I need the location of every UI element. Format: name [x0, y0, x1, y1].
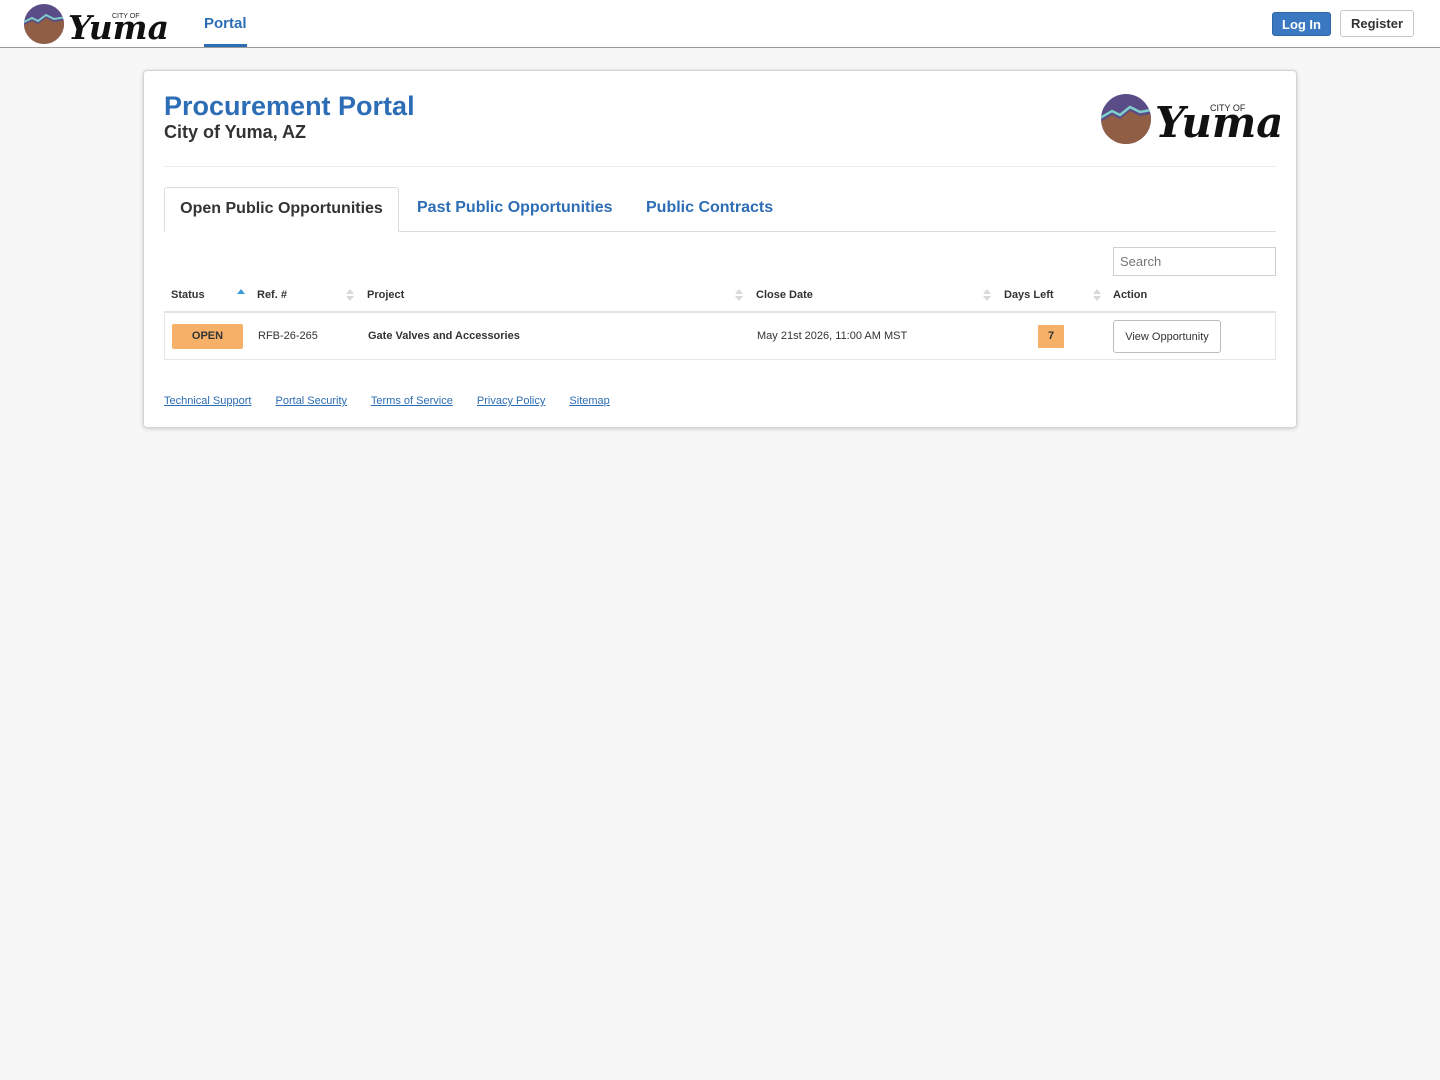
top-navigation-bar: CITY OF Yuma Portal Log In Register	[0, 0, 1440, 48]
tab-public-contracts[interactable]: Public Contracts	[646, 187, 773, 232]
page-title: Procurement Portal	[164, 91, 415, 121]
sort-both-icon[interactable]	[982, 280, 992, 311]
opportunities-table: Status Ref. # Project Close Date Days Le…	[164, 280, 1276, 360]
column-header-close-date[interactable]: Close Date	[756, 280, 813, 311]
view-opportunity-button[interactable]: View Opportunity	[1113, 320, 1221, 353]
footer-link-portal-security[interactable]: Portal Security	[276, 395, 348, 407]
svg-text:Yuma: Yuma	[68, 8, 169, 46]
column-header-ref[interactable]: Ref. #	[257, 280, 287, 311]
footer-links: Technical Support Portal Security Terms …	[164, 395, 631, 409]
ref-number-cell: RFB-26-265	[258, 330, 318, 342]
page-subtitle: City of Yuma, AZ	[164, 122, 307, 142]
column-header-project[interactable]: Project	[367, 280, 404, 311]
register-button[interactable]: Register	[1340, 10, 1414, 37]
footer-link-sitemap[interactable]: Sitemap	[569, 395, 609, 407]
column-header-days-left[interactable]: Days Left	[1004, 280, 1054, 311]
table-row: OPEN RFB-26-265 Gate Valves and Accessor…	[164, 313, 1276, 360]
table-header-row: Status Ref. # Project Close Date Days Le…	[164, 280, 1276, 313]
status-badge: OPEN	[172, 324, 243, 349]
footer-link-technical-support[interactable]: Technical Support	[164, 395, 251, 407]
nav-portal-link[interactable]: Portal	[204, 0, 247, 47]
svg-text:Yuma: Yuma	[1155, 98, 1280, 147]
footer-link-privacy-policy[interactable]: Privacy Policy	[477, 395, 545, 407]
sort-both-icon[interactable]	[734, 280, 744, 311]
sort-both-icon[interactable]	[345, 280, 355, 311]
column-header-action: Action	[1113, 289, 1148, 301]
search-input[interactable]	[1113, 247, 1276, 276]
close-date-cell: May 21st 2026, 11:00 AM MST	[757, 330, 908, 342]
city-of-yuma-logo-large: CITY OF Yuma	[1101, 94, 1280, 147]
portal-card: Procurement Portal City of Yuma, AZ CITY…	[143, 70, 1297, 428]
footer-link-terms-of-service[interactable]: Terms of Service	[371, 395, 453, 407]
sort-both-icon[interactable]	[1092, 280, 1102, 311]
tab-open-public-opportunities[interactable]: Open Public Opportunities	[164, 187, 399, 232]
tab-past-public-opportunities[interactable]: Past Public Opportunities	[417, 187, 613, 232]
log-in-button[interactable]: Log In	[1272, 12, 1331, 36]
opportunity-tabs: Open Public Opportunities Past Public Op…	[164, 187, 1276, 232]
sort-ascending-icon[interactable]	[236, 280, 246, 311]
city-of-yuma-logo[interactable]: CITY OF Yuma	[22, 2, 172, 46]
days-left-badge: 7	[1038, 325, 1064, 348]
project-cell: Gate Valves and Accessories	[368, 330, 520, 342]
header-divider	[164, 166, 1276, 167]
column-header-status[interactable]: Status	[171, 280, 205, 311]
